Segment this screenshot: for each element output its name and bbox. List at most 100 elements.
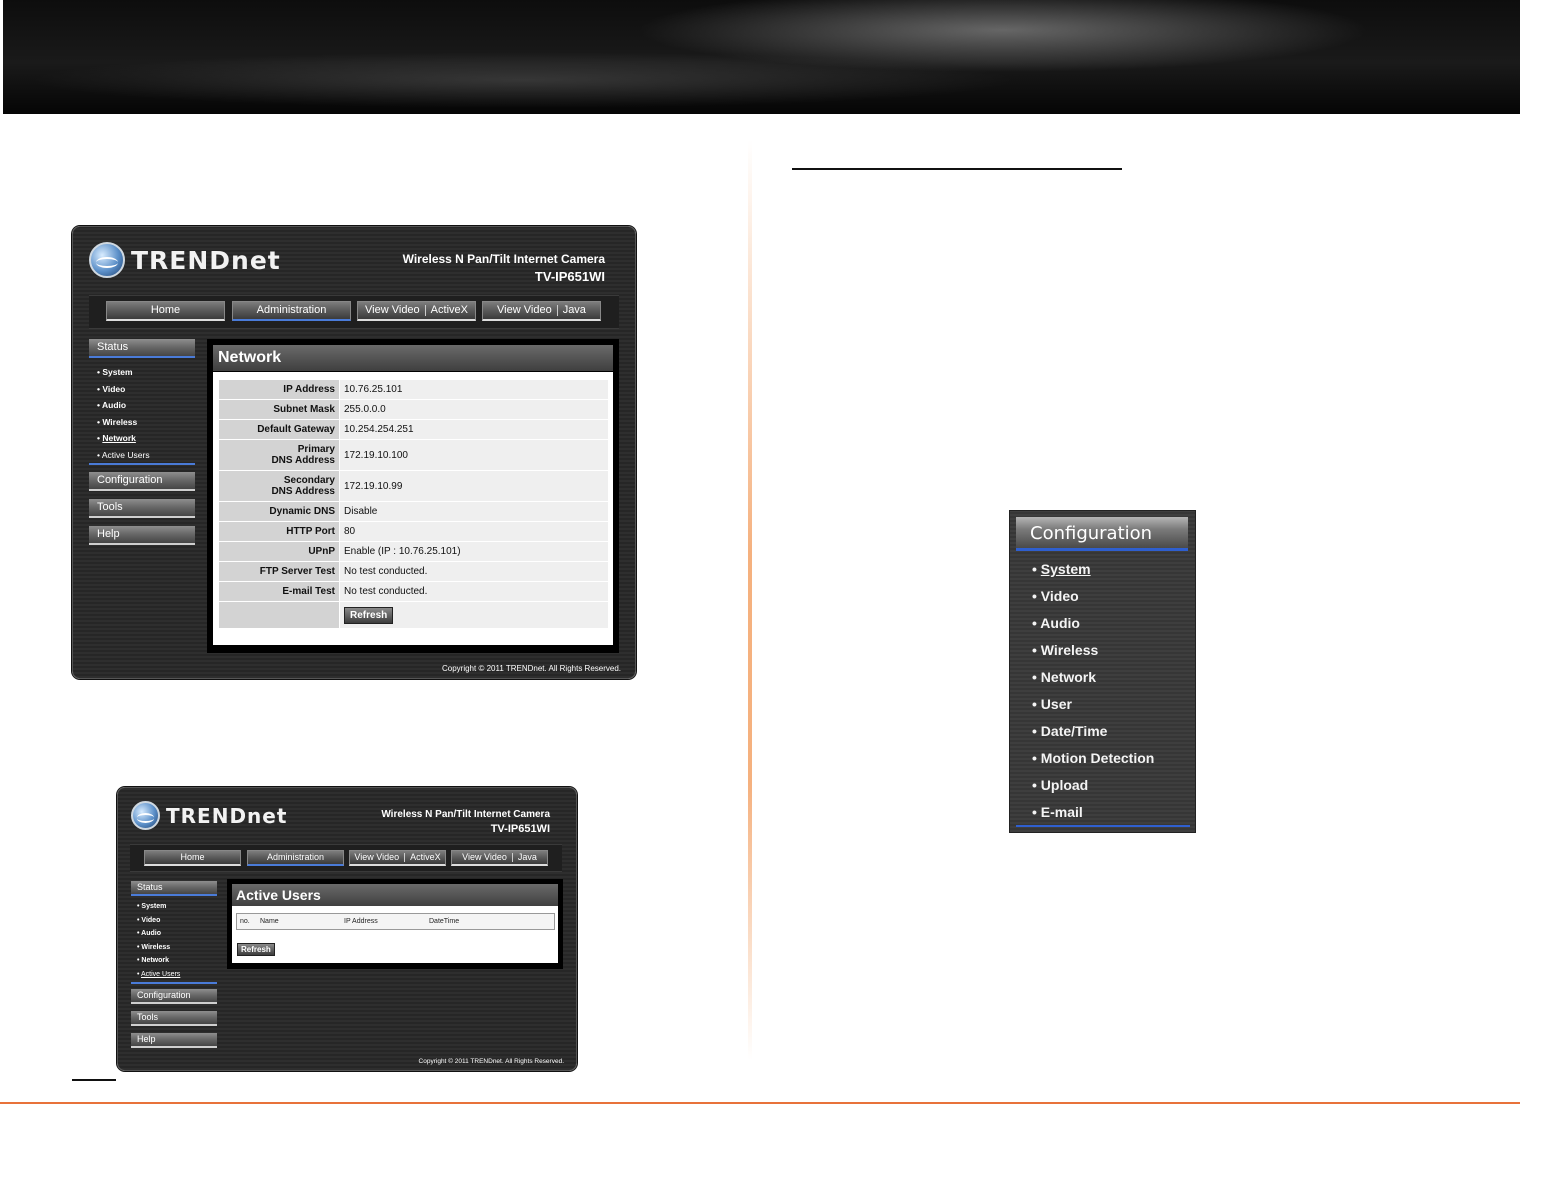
nav-view-video-activex-button[interactable]: View Video ActiveX [349,850,446,866]
nav-administration-button[interactable]: Administration [232,301,351,321]
column-name: Name [260,918,279,925]
primary-dns-value: 172.19.10.100 [339,439,609,471]
config-item-date-time[interactable]: Date/Time [1032,723,1154,750]
config-item-network[interactable]: Network [1032,669,1154,696]
configuration-submenu: System Video Audio Wireless Network User… [1032,561,1154,831]
column-no: no. [240,918,250,925]
status-item-audio[interactable]: Audio [137,927,180,941]
globe-icon [131,801,160,830]
column-datetime: DateTime [429,918,460,925]
page-title: Network [213,345,613,371]
sidebar-configuration[interactable]: Configuration [131,989,217,1004]
status-item-system[interactable]: System [137,900,180,914]
ip-address-label: IP Address [218,379,340,400]
brand-name: TRENDnet [131,245,281,275]
sidebar-help[interactable]: Help [89,526,195,545]
subnet-mask-label: Subnet Mask [218,399,340,420]
page-title: Active Users [232,884,558,906]
table-row: Refresh [218,601,609,629]
ftp-test-value: No test conducted. [339,561,609,582]
table-row: Subnet Mask 255.0.0.0 [218,399,609,420]
status-item-wireless[interactable]: Wireless [137,941,180,955]
status-item-audio[interactable]: Audio [97,397,150,414]
trendnet-logo: TRENDnet [89,242,281,278]
ftp-test-label: FTP Server Test [218,561,340,582]
footnote-rule [72,1079,116,1081]
status-item-active-users[interactable]: Active Users [97,447,150,464]
nav-view-video-java-button[interactable]: View Video Java [451,850,548,866]
nav-administration-button[interactable]: Administration [247,850,344,866]
dynamic-dns-label: Dynamic DNS [218,501,340,522]
active-users-screenshot: TRENDnet Wireless N Pan/Tilt Internet Ca… [117,787,577,1071]
status-item-video[interactable]: Video [97,381,150,398]
status-item-network[interactable]: Network [97,430,150,447]
sidebar-status[interactable]: Status [131,881,217,896]
configuration-menu-underline [1016,825,1190,827]
refresh-button[interactable]: Refresh [237,943,275,956]
subnet-mask-value: 255.0.0.0 [339,399,609,420]
status-item-wireless[interactable]: Wireless [97,414,150,431]
nav-home-button[interactable]: Home [144,850,241,866]
secondary-dns-value: 172.19.10.99 [339,470,609,502]
refresh-button[interactable]: Refresh [344,606,394,624]
copyright-text: Copyright © 2011 TRENDnet. All Rights Re… [418,1058,564,1065]
table-row: FTP Server Test No test conducted. [218,561,609,582]
column-ip-address: IP Address [344,918,378,925]
config-item-wireless[interactable]: Wireless [1032,642,1154,669]
http-port-value: 80 [339,521,609,542]
sidebar-tools[interactable]: Tools [131,1011,217,1026]
secondary-dns-label: Secondary DNS Address [218,470,340,502]
config-item-system[interactable]: System [1032,561,1154,588]
ip-address-value: 10.76.25.101 [339,379,609,400]
configuration-menu-header[interactable]: Configuration [1016,517,1188,551]
product-model: TV-IP651WI [490,823,550,835]
table-row: Default Gateway 10.254.254.251 [218,419,609,440]
upnp-value: Enable (IP : 10.76.25.101) [339,541,609,562]
nav-view-video-activex-button[interactable]: View Video ActiveX [357,301,476,321]
config-item-upload[interactable]: Upload [1032,777,1154,804]
default-gateway-label: Default Gateway [218,419,340,440]
globe-icon [89,242,125,278]
heading-rule [792,168,1122,170]
status-item-active-users[interactable]: Active Users [137,968,180,982]
header-banner [3,0,1520,114]
table-row: Dynamic DNS Disable [218,501,609,522]
product-line: Wireless N Pan/Tilt Internet Camera [381,809,550,820]
sidebar-status[interactable]: Status [89,339,195,358]
configuration-menu-screenshot: Configuration System Video Audio Wireles… [1009,510,1196,833]
sidebar-configuration[interactable]: Configuration [89,472,195,491]
email-test-value: No test conducted. [339,581,609,602]
config-item-user[interactable]: User [1032,696,1154,723]
table-row: E-mail Test No test conducted. [218,581,609,602]
status-submenu: System Video Audio Wireless Network Acti… [137,900,180,981]
table-row: HTTP Port 80 [218,521,609,542]
network-status-screenshot: TRENDnet Wireless N Pan/Tilt Internet Ca… [72,226,636,679]
nav-home-button[interactable]: Home [106,301,225,321]
product-model: TV-IP651WI [534,269,605,284]
product-line: Wireless N Pan/Tilt Internet Camera [402,252,605,266]
primary-dns-label: Primary DNS Address [218,439,340,471]
trendnet-logo: TRENDnet [131,801,287,830]
email-test-label: E-mail Test [218,581,340,602]
status-section-underline [89,463,195,465]
product-title: Wireless N Pan/Tilt Internet Camera TV-I… [381,808,550,836]
config-item-audio[interactable]: Audio [1032,615,1154,642]
sidebar-help[interactable]: Help [131,1033,217,1048]
product-title: Wireless N Pan/Tilt Internet Camera TV-I… [403,251,605,285]
table-row: Secondary DNS Address 172.19.10.99 [218,470,609,502]
brand-name: TRENDnet [166,803,288,828]
column-divider [748,140,752,1060]
users-table-header: no. Name IP Address DateTime [236,913,555,930]
status-item-system[interactable]: System [97,364,150,381]
status-section-underline [131,982,217,984]
config-item-video[interactable]: Video [1032,588,1154,615]
nav-view-video-java-button[interactable]: View Video Java [482,301,601,321]
config-item-motion-detection[interactable]: Motion Detection [1032,750,1155,777]
status-item-network[interactable]: Network [137,954,180,968]
status-item-video[interactable]: Video [137,914,180,928]
table-row: UPnP Enable (IP : 10.76.25.101) [218,541,609,562]
footer-rule [0,1102,1520,1104]
network-info-table: IP Address 10.76.25.101 Subnet Mask 255.0.… [218,379,609,629]
upnp-label: UPnP [218,541,340,562]
sidebar-tools[interactable]: Tools [89,499,195,518]
